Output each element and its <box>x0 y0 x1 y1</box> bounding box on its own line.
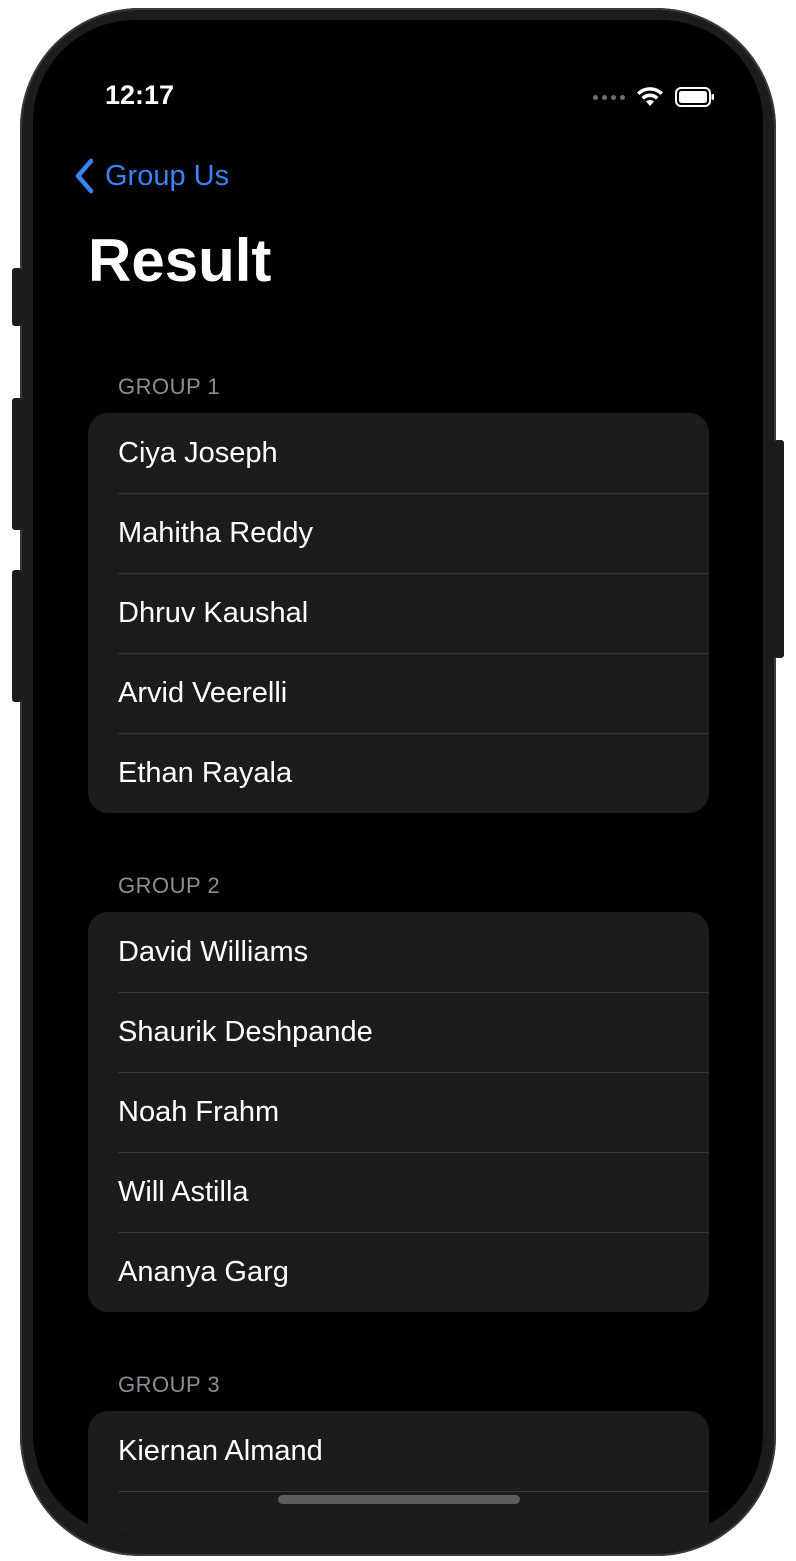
list-item[interactable]: Mahitha Reddy <box>88 493 709 573</box>
group-card-2: David Williams Shaurik Deshpande Noah Fr… <box>88 912 709 1312</box>
page-title: Result <box>88 227 272 294</box>
back-button[interactable]: Group Us <box>73 158 229 194</box>
group-card-3: Kiernan Almand <box>88 1411 709 1536</box>
back-label: Group Us <box>105 159 230 192</box>
list-item[interactable]: Shaurik Deshpande <box>88 992 709 1072</box>
cellular-signal-icon <box>593 94 625 100</box>
list-item[interactable]: Ananya Garg <box>88 1232 709 1312</box>
home-indicator[interactable] <box>278 1495 520 1504</box>
chevron-left-icon <box>75 158 94 194</box>
volume-up-button <box>12 398 22 530</box>
list-item[interactable]: David Williams <box>88 912 709 992</box>
list-item[interactable]: Arvid Veerelli <box>88 653 709 733</box>
silent-switch <box>12 268 22 326</box>
group-card-1: Ciya Joseph Mahitha Reddy Dhruv Kaushal … <box>88 413 709 813</box>
section-header-group-2: GROUP 2 <box>118 873 221 898</box>
list-item[interactable]: Ethan Rayala <box>88 733 709 813</box>
list-item[interactable]: Ciya Joseph <box>88 413 709 493</box>
list-item[interactable]: Kiernan Almand <box>88 1411 709 1491</box>
battery-icon <box>675 87 714 107</box>
volume-down-button <box>12 570 22 702</box>
list-item[interactable]: Will Astilla <box>88 1152 709 1232</box>
list-item[interactable]: Dhruv Kaushal <box>88 573 709 653</box>
section-header-group-1: GROUP 1 <box>118 374 221 399</box>
status-time: 12:17 <box>105 80 175 110</box>
power-button <box>774 440 784 658</box>
status-icons <box>593 86 715 108</box>
wifi-icon <box>637 87 663 106</box>
list-item[interactable]: Noah Frahm <box>88 1072 709 1152</box>
screen: 12:17 Group Us Result GROUP 1 Ciya Josep… <box>33 20 763 1536</box>
section-header-group-3: GROUP 3 <box>118 1372 221 1397</box>
